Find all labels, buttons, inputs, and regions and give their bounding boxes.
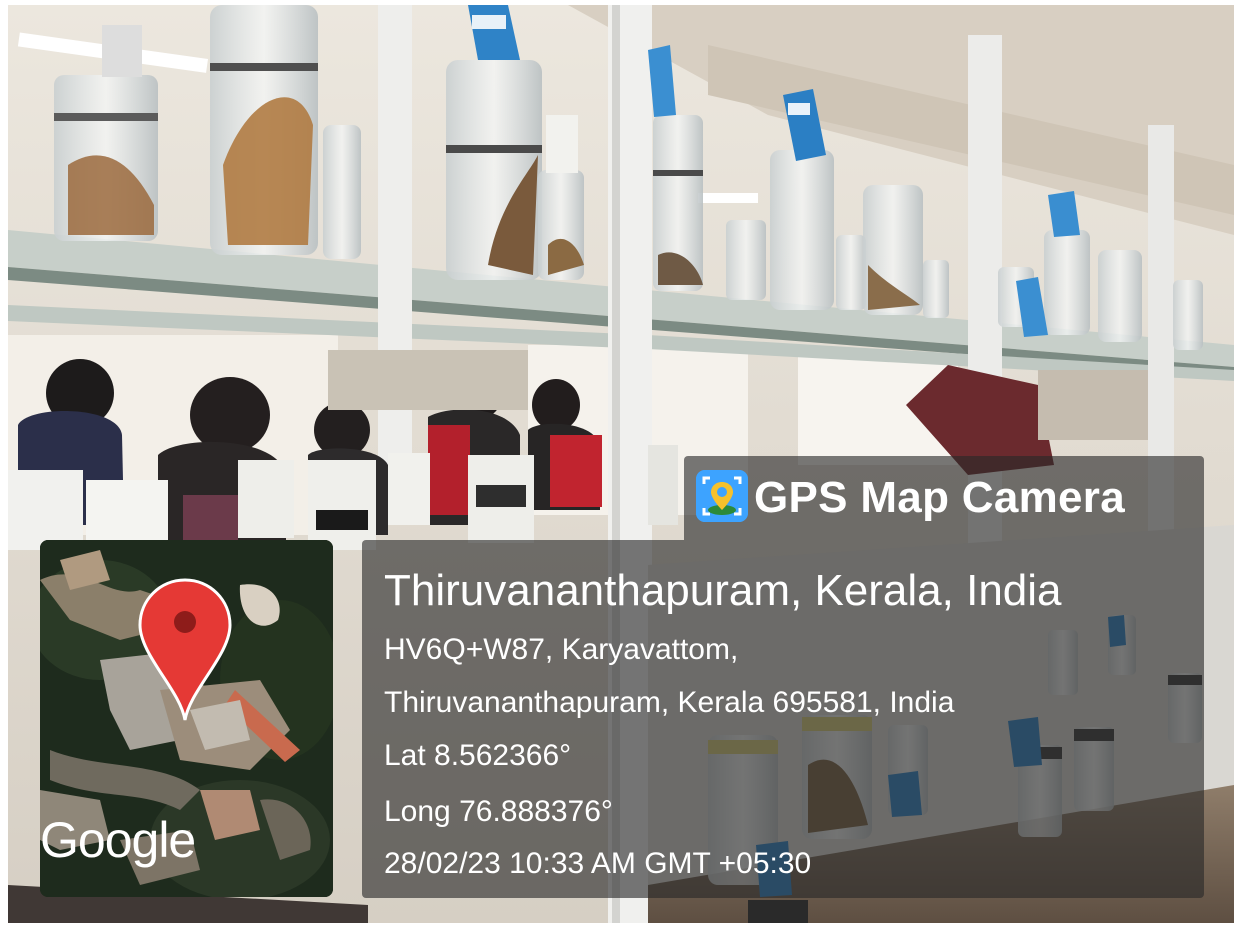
google-attribution: Google [40, 812, 196, 868]
datetime: 28/02/23 10:33 AM GMT +05:30 [384, 847, 812, 880]
app-title: GPS Map Camera [754, 473, 1126, 522]
satellite-map: Google [40, 540, 333, 897]
address-line-2: Thiruvananthapuram, Kerala 695581, India [384, 686, 955, 719]
photo-frame: GPS Map Camera Thiruvananthapuram, Keral… [0, 0, 1236, 927]
latitude: Lat 8.562366° [384, 739, 572, 772]
gps-header: GPS Map Camera [684, 456, 1204, 540]
longitude: Long 76.888376° [384, 795, 613, 828]
camera-location-icon [696, 470, 748, 522]
location-title: Thiruvananthapuram, Kerala, India [384, 566, 1062, 615]
gps-info-panel: Thiruvananthapuram, Kerala, India HV6Q+W… [362, 540, 1204, 898]
address-line-1: HV6Q+W87, Karyavattom, [384, 633, 739, 666]
